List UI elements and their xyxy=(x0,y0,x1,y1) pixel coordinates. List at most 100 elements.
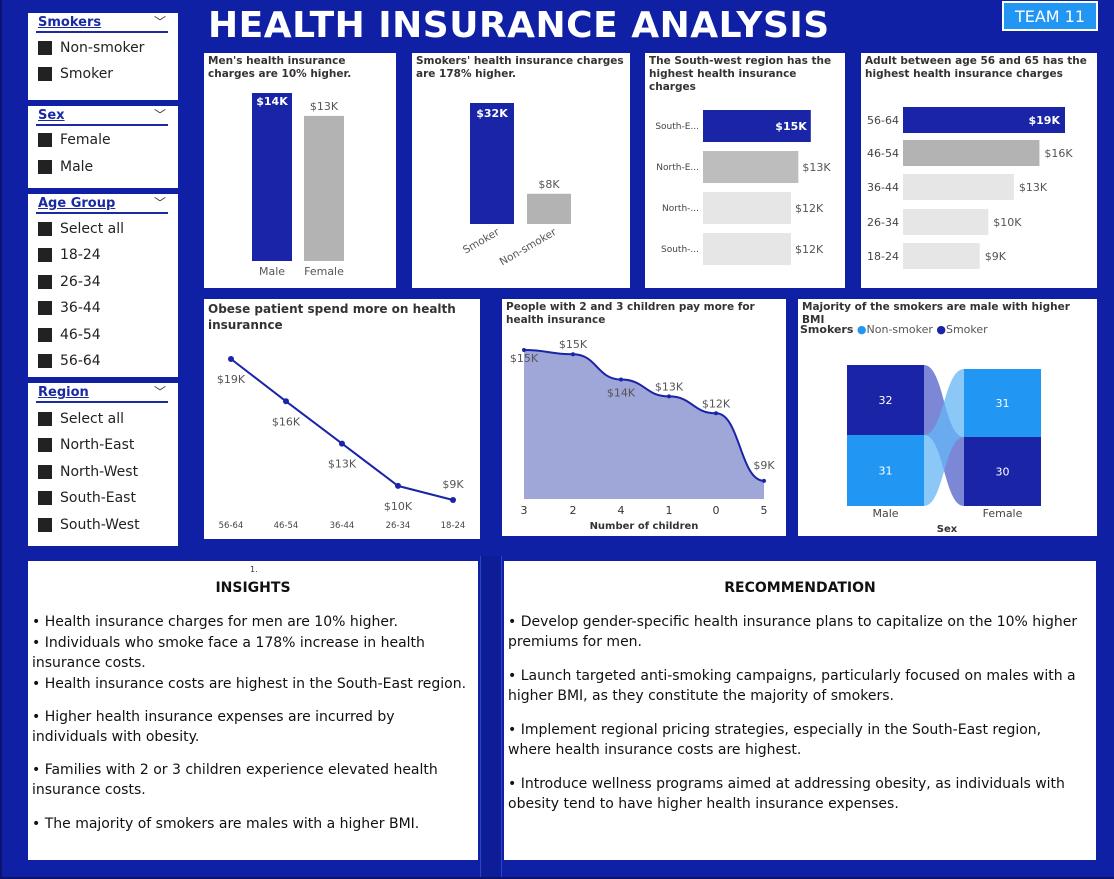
bar-value-label: $15K xyxy=(775,120,807,133)
data-point xyxy=(450,497,456,503)
chevron-down-icon[interactable]: ﹀ xyxy=(154,13,166,30)
chart-panel-obesity[interactable]: Obese patient spend more on health insur… xyxy=(204,299,480,539)
checkbox-icon[interactable] xyxy=(38,222,52,236)
slicer-item-18-24[interactable]: 18-24 xyxy=(38,247,101,263)
slicer-region[interactable]: Region ﹀ Select all North-East North-Wes… xyxy=(28,383,178,546)
chart-panel-region[interactable]: The South-west region has the highest he… xyxy=(645,53,845,288)
slicer-item-smoker[interactable]: Smoker xyxy=(38,66,113,82)
checkbox-icon[interactable] xyxy=(38,301,52,315)
y-tick-label: 18-24 xyxy=(867,250,899,263)
slicer-item-female[interactable]: Female xyxy=(38,132,111,148)
checkbox-icon[interactable] xyxy=(38,328,52,342)
bar-value-label: 31 xyxy=(879,465,893,478)
x-tick-label: 26-34 xyxy=(386,521,411,531)
x-tick-label: Smoker xyxy=(461,226,502,257)
chevron-down-icon[interactable]: ﹀ xyxy=(154,106,166,123)
bar-value-label: $13K xyxy=(1019,181,1048,194)
bar xyxy=(470,103,514,224)
data-label: $13K xyxy=(328,458,357,471)
checkbox-icon[interactable] xyxy=(38,275,52,289)
slicer-item-56-64[interactable]: 56-64 xyxy=(38,353,101,369)
bar-value-label: $14K xyxy=(256,95,288,108)
data-label: $13K xyxy=(655,380,684,393)
recommendation-item: • Launch targeted anti-smoking campaigns… xyxy=(508,668,1076,704)
team-badge: TEAM 11 xyxy=(1002,1,1098,31)
checkbox-icon[interactable] xyxy=(38,133,52,147)
checkbox-icon[interactable] xyxy=(38,41,52,55)
x-tick-label: Male xyxy=(259,265,285,278)
slicer-item-label: Non-smoker xyxy=(60,40,145,56)
bar-value-label: $32K xyxy=(476,107,508,120)
insights-item: • The majority of smokers are males with… xyxy=(32,816,420,832)
bar xyxy=(703,233,791,265)
data-point xyxy=(714,411,718,416)
slicer-item-select-all[interactable]: Select all xyxy=(38,411,124,427)
chevron-down-icon[interactable]: ﹀ xyxy=(154,194,166,211)
checkbox-icon[interactable] xyxy=(38,491,52,505)
frame-left xyxy=(0,0,2,879)
chart-svg: 32 31 Male 31 30 Female Sex xyxy=(847,365,1041,535)
x-tick-label: 2 xyxy=(570,504,577,517)
data-point xyxy=(619,377,623,382)
checkbox-icon[interactable] xyxy=(38,518,52,532)
data-label: $19K xyxy=(217,373,246,386)
x-tick-label: Non-smoker xyxy=(498,226,559,268)
slicer-item-36-44[interactable]: 36-44 xyxy=(38,300,101,316)
checkbox-icon[interactable] xyxy=(38,67,52,81)
y-tick-label: 46-54 xyxy=(867,147,899,160)
slicer-item-south-east[interactable]: South-East xyxy=(38,490,136,506)
recommendation-title: RECOMMENDATION xyxy=(724,580,876,596)
y-tick-label: North-E... xyxy=(656,163,699,173)
chart-panel-age[interactable]: Adult between age 56 and 65 has the high… xyxy=(861,53,1097,288)
slicer-item-26-34[interactable]: 26-34 xyxy=(38,274,101,290)
slicer-smokers[interactable]: Smokers ﹀ Non-smoker Smoker xyxy=(28,13,178,100)
slicer-item-south-west[interactable]: South-West xyxy=(38,517,140,533)
recommendation-item: • Introduce wellness programs aimed at a… xyxy=(508,776,1065,812)
slicer-item-label: South-West xyxy=(60,517,140,533)
x-tick-label: 18-24 xyxy=(441,521,466,531)
insights-item: • Families with 2 or 3 children experien… xyxy=(32,762,438,798)
slicer-underline xyxy=(36,31,168,33)
slicer-item-male[interactable]: Male xyxy=(38,159,93,175)
chart-panel-smoker-sex[interactable]: Majority of the smokers are male with hi… xyxy=(798,299,1097,536)
x-tick-label: 3 xyxy=(521,504,528,517)
slicer-item-non-smoker[interactable]: Non-smoker xyxy=(38,40,144,56)
bar xyxy=(903,209,989,235)
slicer-item-label: North-East xyxy=(60,437,135,453)
slicer-item-46-54[interactable]: 46-54 xyxy=(38,327,101,343)
bar-value-label: $12K xyxy=(795,243,824,256)
slicer-age-group[interactable]: Age Group ﹀ Select all 18-24 26-34 36-44… xyxy=(28,194,178,377)
insights-marker: 1. xyxy=(250,565,258,574)
insights-box: 1. INSIGHTS • Health insurance charges f… xyxy=(28,561,478,860)
checkbox-icon[interactable] xyxy=(38,160,52,174)
chart-svg: 56-64 $19K 46-54 $16K 36-44 $13K 26-34 $10K 18-2… xyxy=(867,107,1073,269)
bar xyxy=(703,151,799,183)
slicer-item-north-west[interactable]: North-West xyxy=(38,464,138,480)
checkbox-icon[interactable] xyxy=(38,412,52,426)
slicer-item-label: Female xyxy=(60,132,111,148)
slicer-title: Sex xyxy=(38,108,65,123)
x-tick-label: 1 xyxy=(666,504,673,517)
chart-panel-sex[interactable]: Men's health insurance charges are 10% h… xyxy=(204,53,396,288)
checkbox-icon[interactable] xyxy=(38,354,52,368)
recommendation-box: RECOMMENDATION • Develop gender-specific… xyxy=(504,561,1096,860)
y-tick-label: 36-44 xyxy=(867,181,899,194)
slicer-item-north-east[interactable]: North-East xyxy=(38,437,134,453)
y-tick-label: South-E... xyxy=(655,122,699,132)
slicer-item-label: Select all xyxy=(60,221,124,237)
checkbox-icon[interactable] xyxy=(38,438,52,452)
checkbox-icon[interactable] xyxy=(38,465,52,479)
slicer-underline xyxy=(36,401,168,403)
checkbox-icon[interactable] xyxy=(38,248,52,262)
insights-item: • Higher health insurance expenses are i… xyxy=(32,709,395,745)
bar xyxy=(252,93,292,261)
data-label: $16K xyxy=(272,415,301,428)
chevron-down-icon[interactable]: ﹀ xyxy=(154,383,166,400)
chart-panel-children[interactable]: People with 2 and 3 children pay more fo… xyxy=(502,299,786,536)
slicer-item-select-all[interactable]: Select all xyxy=(38,221,124,237)
slicer-item-label: Select all xyxy=(60,411,124,427)
data-label: $15K xyxy=(510,352,539,365)
bar xyxy=(304,115,344,261)
slicer-sex[interactable]: Sex ﹀ Female Male xyxy=(28,106,178,188)
chart-panel-smoker[interactable]: Smokers' health insurance charges are 17… xyxy=(412,53,630,288)
